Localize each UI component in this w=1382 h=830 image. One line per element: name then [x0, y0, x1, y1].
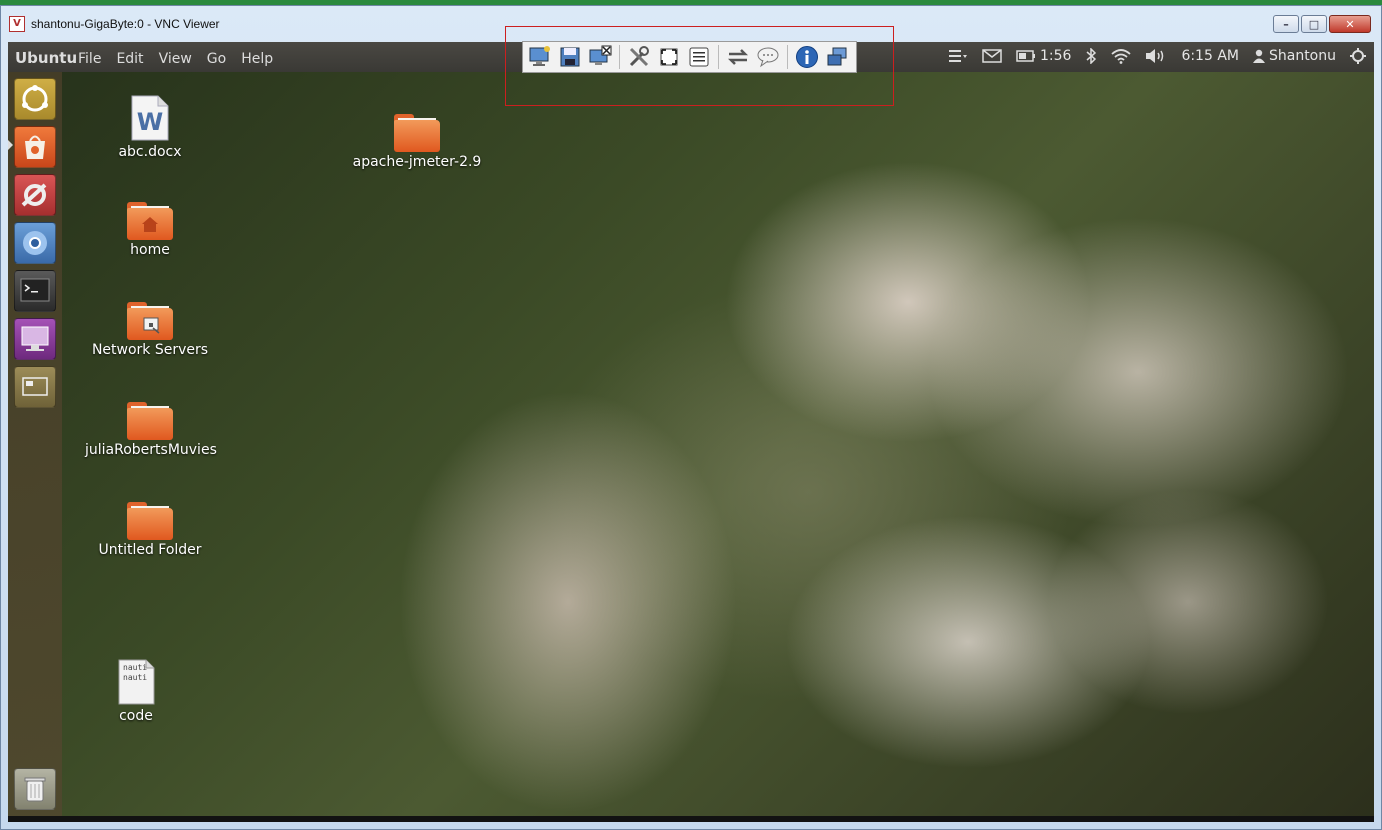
dash-home-icon[interactable]: [14, 78, 56, 120]
word-document-icon: W: [131, 95, 169, 141]
menu-edit[interactable]: Edit: [116, 51, 143, 67]
menu-help[interactable]: Help: [241, 51, 273, 67]
new-connection-icon[interactable]: [527, 44, 553, 70]
menu-file[interactable]: File: [78, 51, 101, 67]
options-icon[interactable]: [626, 44, 652, 70]
keyboard-indicator[interactable]: [948, 49, 968, 63]
close-button[interactable]: ✕: [1329, 15, 1371, 33]
window-controls: – □ ✕: [1273, 15, 1371, 33]
sound-indicator[interactable]: [1145, 48, 1167, 64]
window-title: shantonu-GigaByte:0 - VNC Viewer: [31, 17, 220, 31]
desktop-icon-code[interactable]: nauti nauti code: [71, 658, 201, 724]
toolbar-separator: [787, 45, 788, 69]
vnc-viewer-window: V shantonu-GigaByte:0 - VNC Viewer – □ ✕…: [0, 5, 1382, 830]
panel-indicators: 1:56 6:15 AM Shantonu: [948, 48, 1366, 64]
wifi-icon: [1111, 49, 1132, 64]
desktop-bottom-edge: [8, 816, 1374, 822]
folder-icon: [127, 402, 173, 440]
folder-icon: [394, 114, 440, 152]
desktop-icon-label: juliaRobertsMuvies: [85, 442, 217, 458]
terminal-icon[interactable]: [14, 270, 56, 312]
svg-text:W: W: [137, 108, 163, 136]
menu-go[interactable]: Go: [207, 51, 226, 67]
desktop-icon-label: Network Servers: [91, 342, 209, 358]
vnc-toolbar: [522, 41, 857, 73]
bluetooth-icon: [1086, 48, 1097, 64]
switch-windows-icon[interactable]: [824, 44, 850, 70]
keyboard-menu-icon: [948, 50, 967, 62]
desktop-icon-label: home: [130, 242, 170, 258]
app-menu: File Edit View Go Help: [78, 51, 273, 67]
power-gear-icon: [1350, 48, 1366, 64]
toolbar-separator: [718, 45, 719, 69]
desktop-icon-home[interactable]: home: [85, 202, 215, 258]
minimize-button[interactable]: –: [1273, 15, 1299, 33]
desktop-icon-label: apache-jmeter-2.9: [352, 154, 482, 170]
battery-icon: [1016, 50, 1035, 62]
desktop-icon-label: abc.docx: [118, 144, 182, 160]
session-indicator[interactable]: [1350, 48, 1366, 64]
unity-launcher: [8, 72, 62, 816]
trash-icon[interactable]: [14, 768, 56, 810]
desktop-icon-apache-jmeter[interactable]: apache-jmeter-2.9: [352, 114, 482, 170]
network-folder-icon: [127, 302, 173, 340]
home-folder-icon: [127, 202, 173, 240]
network-indicator[interactable]: [1111, 48, 1132, 64]
vnc-app-icon: V: [9, 16, 25, 32]
disconnect-icon[interactable]: [587, 44, 613, 70]
battery-time: 1:56: [1039, 48, 1072, 64]
toolbar-separator: [619, 45, 620, 69]
ubuntu-software-center-icon[interactable]: [14, 126, 56, 168]
workspace-switcher-icon[interactable]: [14, 366, 56, 408]
clock-indicator[interactable]: 6:15 AM: [1181, 48, 1239, 64]
desktop-icon-network-servers[interactable]: Network Servers: [85, 302, 215, 358]
user-indicator[interactable]: Shantonu: [1252, 48, 1336, 64]
desktop-icon-label: code: [119, 708, 153, 724]
panel-brand: Ubuntu: [15, 49, 78, 67]
fullscreen-icon[interactable]: [656, 44, 682, 70]
desktop-icon-label: Untitled Folder: [98, 542, 202, 558]
desktop-icon-juliarobertsmuvies[interactable]: juliaRobertsMuvies: [85, 402, 217, 458]
battery-indicator[interactable]: 1:56: [1016, 48, 1071, 64]
maximize-button[interactable]: □: [1301, 15, 1327, 33]
save-icon[interactable]: [557, 44, 583, 70]
desktop-icon-abc-docx[interactable]: W abc.docx: [85, 94, 215, 160]
mail-icon: [982, 49, 1002, 63]
messaging-indicator[interactable]: [982, 49, 1002, 63]
info-icon[interactable]: [794, 44, 820, 70]
chat-icon[interactable]: [755, 44, 781, 70]
volume-icon: [1146, 49, 1164, 63]
system-settings-icon[interactable]: [14, 174, 56, 216]
file-preview-text: nauti nauti: [123, 663, 148, 682]
close-icon: ✕: [1345, 17, 1355, 31]
desktop-icon-untitled-folder[interactable]: Untitled Folder: [85, 502, 215, 558]
launcher-active-pip: [8, 140, 13, 150]
user-icon: [1252, 49, 1265, 63]
maximize-icon: □: [1308, 17, 1320, 31]
bluetooth-indicator[interactable]: [1085, 48, 1097, 64]
remote-desktop-icon[interactable]: [14, 318, 56, 360]
transfer-files-icon[interactable]: [725, 44, 751, 70]
remote-desktop-view[interactable]: Ubuntu File Edit View Go Help 1:56 6:15 …: [8, 42, 1374, 822]
user-name: Shantonu: [1268, 48, 1336, 64]
chromium-icon[interactable]: [14, 222, 56, 264]
minimize-icon: –: [1283, 17, 1289, 31]
ctrl-alt-del-icon[interactable]: [686, 44, 712, 70]
folder-icon: [127, 502, 173, 540]
menu-view[interactable]: View: [159, 51, 192, 67]
